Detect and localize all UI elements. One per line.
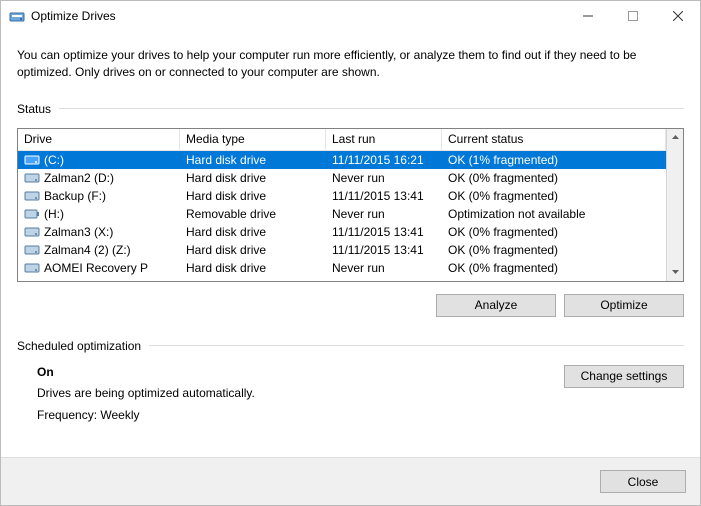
drive-icon <box>24 244 40 256</box>
column-headers: Drive Media type Last run Current status <box>18 129 666 151</box>
table-row[interactable]: Zalman4 (2) (Z:) Hard disk drive11/11/201… <box>18 241 666 259</box>
close-button[interactable] <box>655 1 700 31</box>
drive-name: AOMEI Recovery P <box>44 261 148 275</box>
drive-media: Hard disk drive <box>180 225 326 239</box>
sched-desc1: Drives are being optimized automatically… <box>37 386 564 402</box>
drive-icon <box>24 172 40 184</box>
drive-lastrun: 11/11/2015 13:41 <box>326 189 442 203</box>
drive-status: OK (0% fragmented) <box>442 261 666 275</box>
app-icon <box>9 8 25 24</box>
change-settings-button[interactable]: Change settings <box>564 365 684 388</box>
drive-rows: (C:)Hard disk drive11/11/2015 16:21OK (1… <box>18 151 666 281</box>
header-media[interactable]: Media type <box>180 129 326 150</box>
titlebar: Optimize Drives <box>1 1 700 31</box>
sched-state: On <box>37 365 564 381</box>
close-dialog-button[interactable]: Close <box>600 470 686 493</box>
drive-status: OK (0% fragmented) <box>442 243 666 257</box>
drive-media: Hard disk drive <box>180 261 326 275</box>
action-buttons: Analyze Optimize <box>17 294 684 317</box>
drive-media: Hard disk drive <box>180 171 326 185</box>
maximize-button[interactable] <box>610 1 655 31</box>
table-row[interactable]: AOMEI Recovery P Hard disk driveNever run… <box>18 259 666 277</box>
drive-name: Zalman3 (X:) <box>44 225 113 239</box>
drive-status: Optimization not available <box>442 207 666 221</box>
drive-name: Backup (F:) <box>44 189 106 203</box>
window-title: Optimize Drives <box>31 9 565 23</box>
table-row[interactable]: Zalman2 (D:) Hard disk driveNever runOK (… <box>18 169 666 187</box>
table-row[interactable]: (C:) Hard disk drive11/11/2015 16:21OK (1… <box>18 151 666 169</box>
content-area: You can optimize your drives to help you… <box>1 31 700 457</box>
footer: Close <box>1 457 700 505</box>
drive-lastrun: Never run <box>326 171 442 185</box>
drive-icon <box>24 262 40 274</box>
divider <box>59 108 684 109</box>
table-row[interactable]: Backup (F:) Hard disk drive11/11/2015 13:… <box>18 187 666 205</box>
drive-icon <box>24 190 40 202</box>
header-drive[interactable]: Drive <box>18 129 180 150</box>
window-controls <box>565 1 700 31</box>
drive-name: (C:) <box>44 153 64 167</box>
table-row[interactable]: Zalman3 (X:) Hard disk drive11/11/2015 13… <box>18 223 666 241</box>
drive-media: Removable drive <box>180 207 326 221</box>
drive-icon <box>24 208 40 220</box>
scroll-down-icon[interactable] <box>667 264 684 281</box>
drive-name: Zalman4 (2) (Z:) <box>44 243 131 257</box>
drive-lastrun: Never run <box>326 207 442 221</box>
table-row[interactable]: (H:) Removable driveNever runOptimization… <box>18 205 666 223</box>
drive-media: Hard disk drive <box>180 153 326 167</box>
optimize-button[interactable]: Optimize <box>564 294 684 317</box>
analyze-button[interactable]: Analyze <box>436 294 556 317</box>
drive-media: Hard disk drive <box>180 243 326 257</box>
drive-status: OK (0% fragmented) <box>442 225 666 239</box>
drive-name: Zalman2 (D:) <box>44 171 114 185</box>
scheduled-section: Scheduled optimization On Drives are bei… <box>17 339 684 430</box>
minimize-button[interactable] <box>565 1 610 31</box>
drive-lastrun: 11/11/2015 13:41 <box>326 243 442 257</box>
optimize-drives-window: Optimize Drives You can optimize your dr… <box>0 0 701 506</box>
sched-desc2: Frequency: Weekly <box>37 408 564 424</box>
scheduled-label: Scheduled optimization <box>17 339 141 353</box>
drive-lastrun: 11/11/2015 16:21 <box>326 153 442 167</box>
drive-name: (H:) <box>44 207 64 221</box>
drive-lastrun: Never run <box>326 261 442 275</box>
drive-media: Hard disk drive <box>180 189 326 203</box>
header-last[interactable]: Last run <box>326 129 442 150</box>
drive-status: OK (0% fragmented) <box>442 171 666 185</box>
drive-icon <box>24 226 40 238</box>
scroll-up-icon[interactable] <box>667 129 684 146</box>
divider <box>149 345 684 346</box>
status-label: Status <box>17 102 51 116</box>
drive-lastrun: 11/11/2015 13:41 <box>326 225 442 239</box>
drive-icon <box>24 154 40 166</box>
status-section-header: Status <box>17 102 684 116</box>
intro-text: You can optimize your drives to help you… <box>17 47 684 82</box>
drive-status: OK (1% fragmented) <box>442 153 666 167</box>
scrollbar[interactable] <box>666 129 683 281</box>
drive-status: OK (0% fragmented) <box>442 189 666 203</box>
drive-list: Drive Media type Last run Current status… <box>17 128 684 282</box>
header-status[interactable]: Current status <box>442 129 666 150</box>
